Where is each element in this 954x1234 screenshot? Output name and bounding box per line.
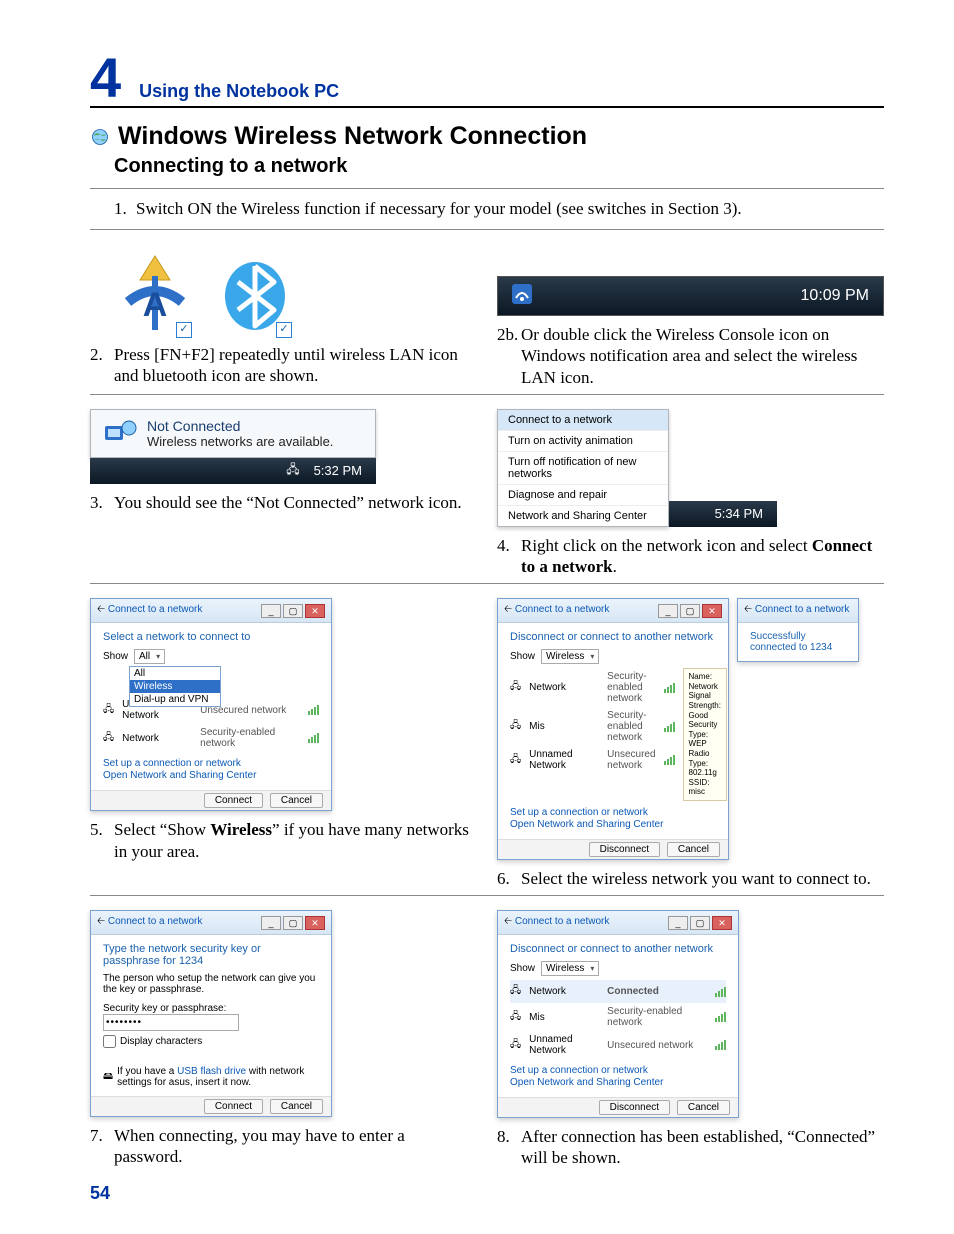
display-chars-checkbox[interactable]: Display characters: [103, 1035, 319, 1048]
show-dropdown[interactable]: All: [134, 649, 165, 664]
network-row: 🖧NetworkSecurity-enabled network: [103, 724, 319, 752]
network-row: 🖧Unnamed NetworkUnsecured network: [510, 746, 675, 774]
chapter-number: 4: [90, 50, 121, 106]
network-row: 🖧MisSecurity-enabled network: [510, 1003, 726, 1031]
connect-button[interactable]: Connect: [204, 793, 263, 808]
section-heading: Windows Wireless Network Connection: [118, 122, 587, 151]
step-4: 4.Right click on the network icon and se…: [497, 535, 884, 578]
svg-text:A: A: [143, 286, 168, 324]
wifi-icon: A ✓: [120, 250, 190, 336]
pc-network-icon: [103, 418, 137, 448]
not-connected-popup: Not Connected Wireless networks are avai…: [90, 409, 376, 484]
step-1: 1.Switch ON the Wireless function if nec…: [90, 195, 884, 223]
step-8: 8.After connection has been established,…: [497, 1126, 884, 1169]
network-tray-icon: 🖧: [286, 460, 299, 481]
step-3: 3.You should see the “Not Connected” net…: [90, 492, 477, 513]
check-icon: ✓: [176, 322, 192, 338]
menu-connect[interactable]: Connect to a network: [498, 410, 668, 431]
disconnect-button[interactable]: Disconnect: [589, 842, 660, 857]
wireless-bluetooth-icons: A ✓ ✓: [90, 244, 477, 336]
taskbar-time: 5:34 PM: [715, 506, 763, 521]
connect-window-6: 🡠 Connect to a network _▢✕ Disconnect or…: [497, 598, 729, 860]
step-7: 7.When connecting, you may have to enter…: [90, 1125, 477, 1168]
context-menu-screenshot: Connect to a network Turn on activity an…: [497, 409, 884, 527]
cancel-button[interactable]: Cancel: [667, 842, 720, 857]
menu-notif[interactable]: Turn off notification of new networks: [498, 452, 668, 485]
connect-button[interactable]: Connect: [204, 1099, 263, 1114]
network-row: 🖧MisSecurity-enabled network: [510, 707, 675, 746]
taskbar-time: 10:09 PM: [801, 287, 869, 305]
section-subheading: Connecting to a network: [114, 155, 884, 178]
page-number: 54: [90, 1183, 884, 1204]
network-row: 🖧NetworkConnected: [510, 980, 726, 1003]
cancel-button[interactable]: Cancel: [677, 1100, 730, 1115]
network-row: 🖧NetworkSecurity-enabled network: [510, 668, 675, 707]
show-dropdown-list[interactable]: All Wireless Dial-up and VPN: [129, 666, 221, 707]
step-6: 6.Select the wireless network you want t…: [497, 868, 884, 889]
usb-icon: 🖴: [103, 1069, 113, 1086]
network-tooltip: Name: Network Signal Strength: Good Secu…: [683, 668, 727, 801]
menu-diag[interactable]: Diagnose and repair: [498, 485, 668, 506]
passphrase-input[interactable]: ••••••••: [103, 1014, 239, 1031]
passphrase-window: 🡠 Connect to a network _▢✕ Type the netw…: [90, 910, 332, 1117]
connected-window: 🡠 Connect to a network _▢✕ Disconnect or…: [497, 910, 739, 1118]
step-5: 5.Select “Show Wireless” if you have man…: [90, 819, 477, 862]
connect-window-5: 🡠 Connect to a network _▢✕ Select a netw…: [90, 598, 332, 811]
show-dropdown[interactable]: Wireless: [541, 649, 599, 664]
chapter-header: 4 Using the Notebook PC: [90, 50, 884, 108]
step-2b: 2b.Or double click the Wireless Console …: [497, 324, 884, 388]
bluetooth-icon: ✓: [220, 250, 290, 336]
cancel-button[interactable]: Cancel: [270, 793, 323, 808]
step-2: 2.Press [FN+F2] repeatedly until wireles…: [90, 344, 477, 387]
show-dropdown[interactable]: Wireless: [541, 961, 599, 976]
globe-icon: [90, 127, 110, 147]
taskbar-time: 5:32 PM: [314, 463, 362, 478]
network-row: 🖧Unnamed NetworkUnsecured network: [510, 1031, 726, 1059]
disconnect-button[interactable]: Disconnect: [599, 1100, 670, 1115]
wireless-console-icon: [512, 284, 532, 309]
menu-anim[interactable]: Turn on activity animation: [498, 431, 668, 452]
success-window: 🡠 Connect to a network Successfully conn…: [737, 598, 859, 662]
taskbar-screenshot: 10:09 PM: [497, 276, 884, 316]
menu-center[interactable]: Network and Sharing Center: [498, 506, 668, 526]
chapter-title: Using the Notebook PC: [139, 81, 339, 102]
check-icon: ✓: [276, 322, 292, 338]
cancel-button[interactable]: Cancel: [270, 1099, 323, 1114]
